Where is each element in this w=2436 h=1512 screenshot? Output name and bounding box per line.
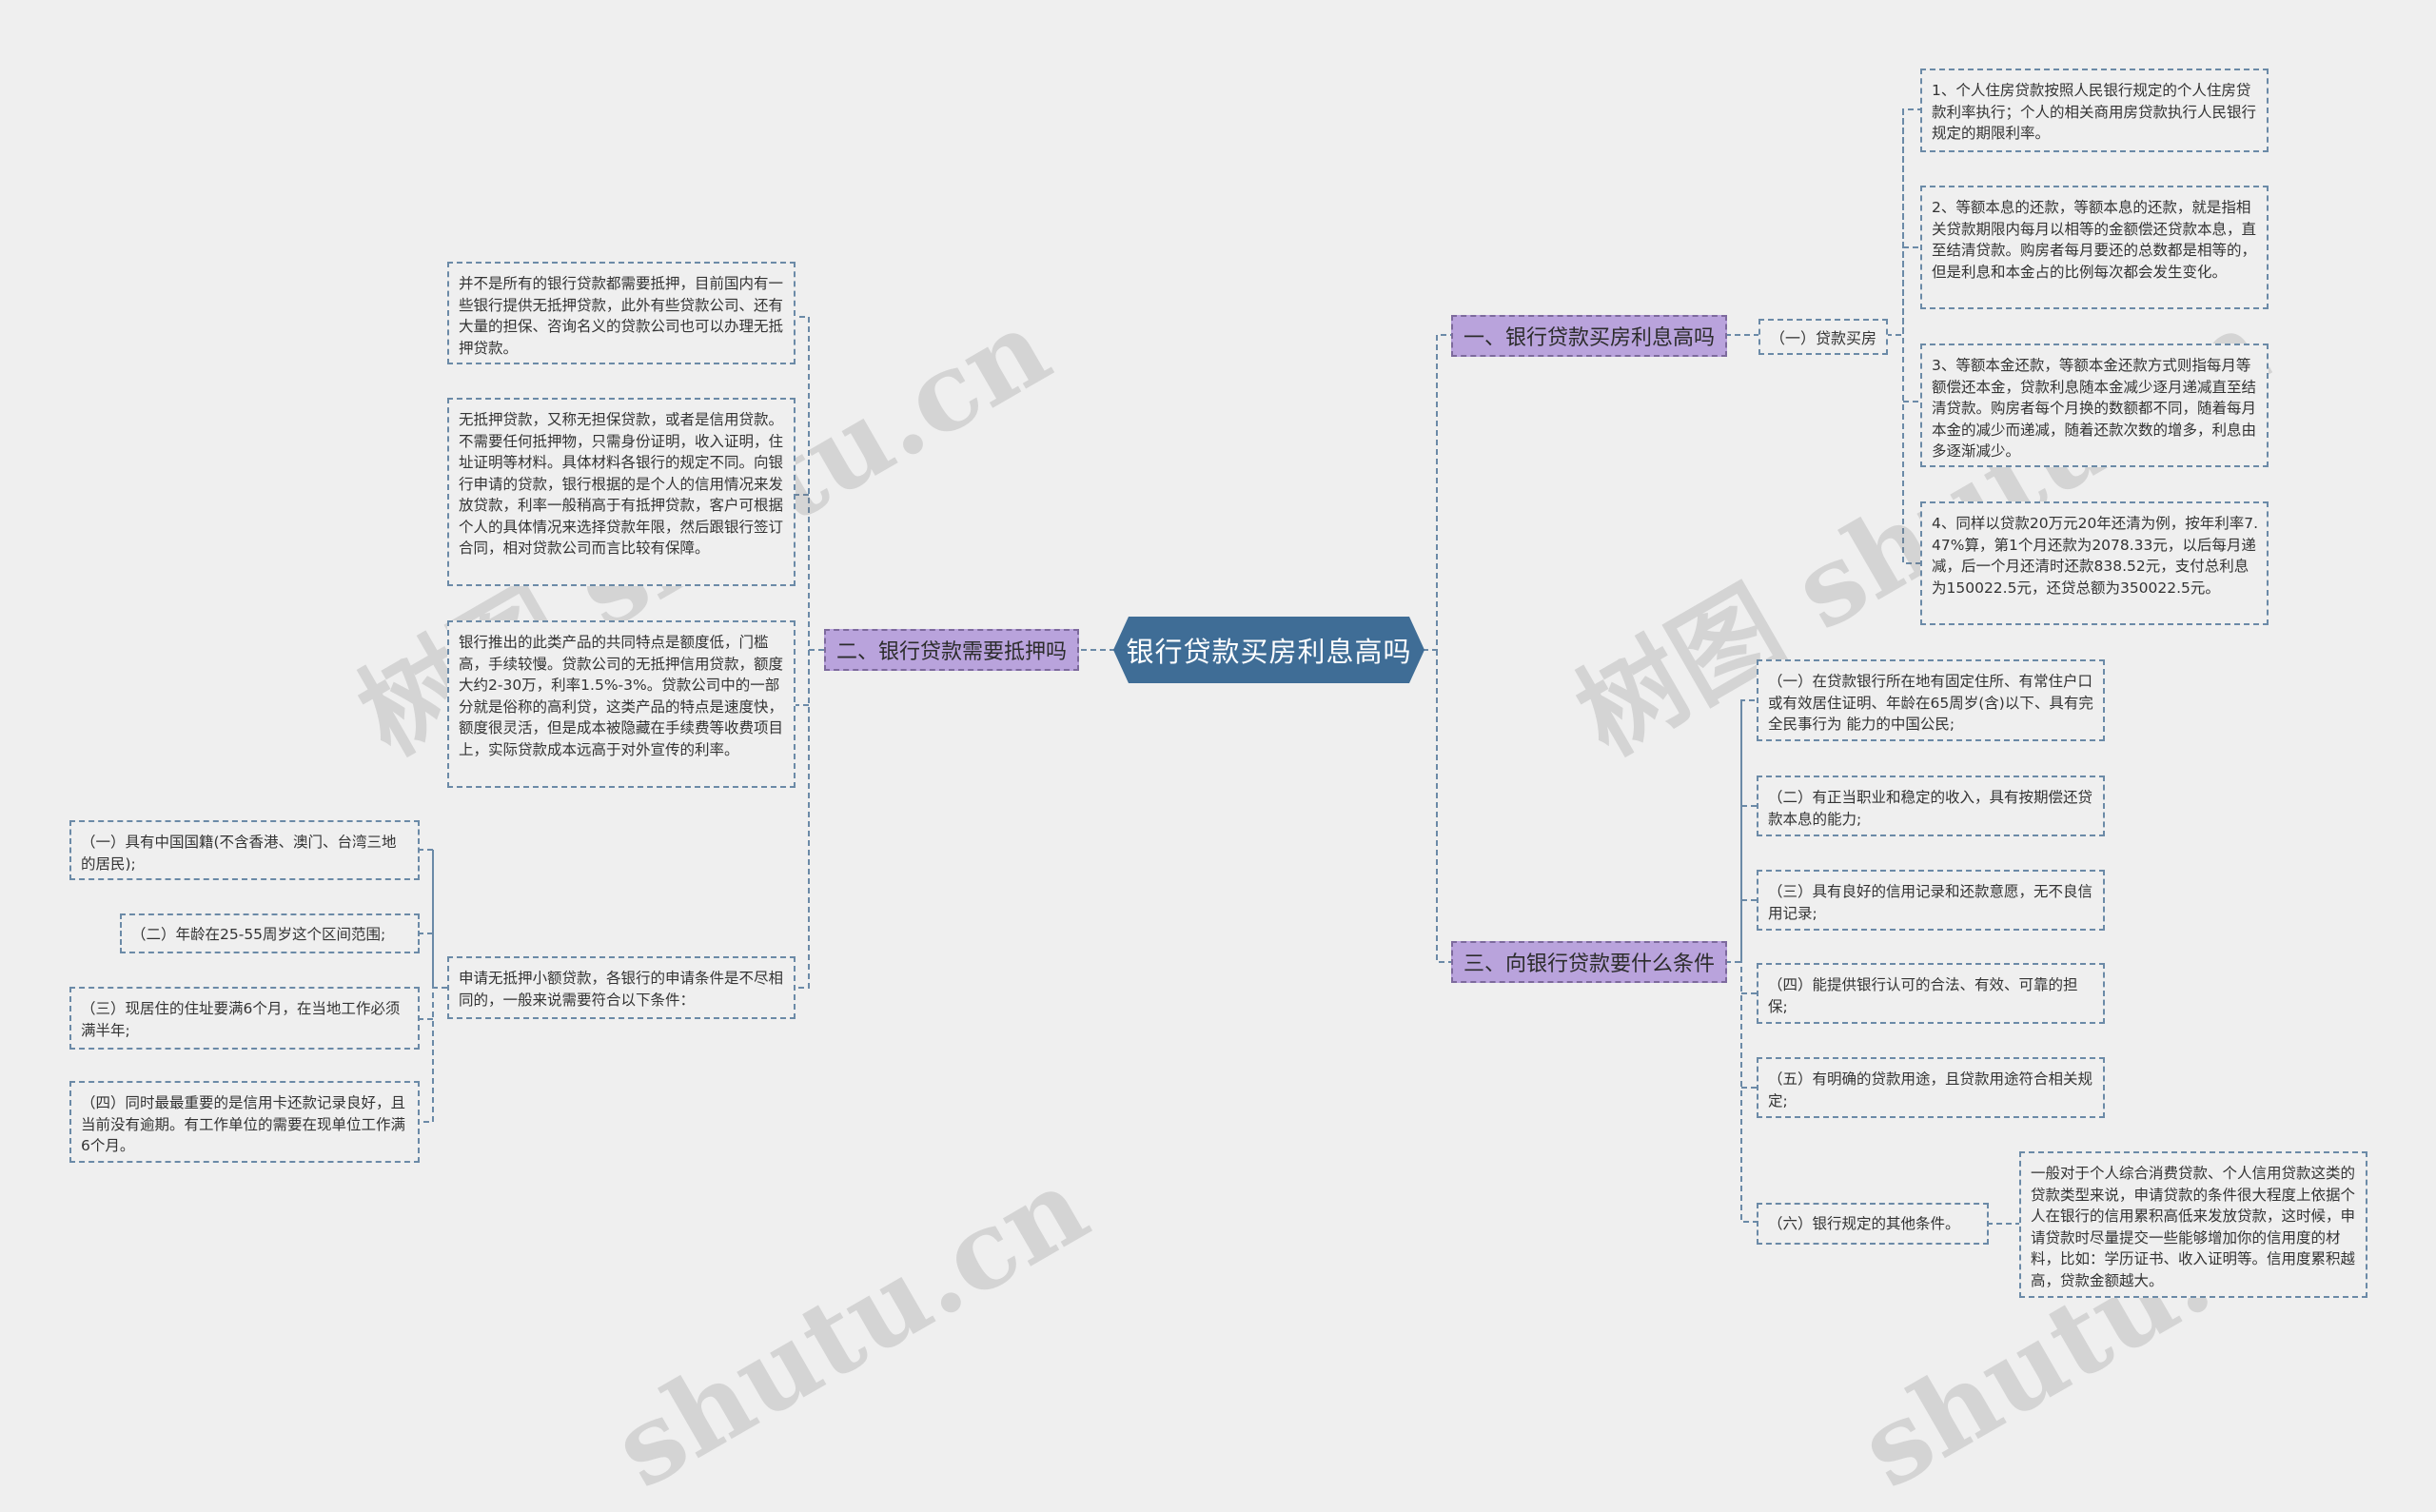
requirement-loan-purpose[interactable]: （五）有明确的贷款用途，且贷款用途符合相关规定; bbox=[1757, 1057, 2105, 1118]
note-credit-accumulation[interactable]: 一般对于个人综合消费贷款、个人信用贷款这类的贷款类型来说，申请贷款的条件很大程度… bbox=[2019, 1151, 2367, 1298]
leaf-application-conditions[interactable]: 申请无抵押小额贷款，各银行的申请条件是不尽相同的，一般来说需要符合以下条件： bbox=[447, 956, 796, 1019]
leaf-housing-loan-rate[interactable]: 1、个人住房贷款按照人民银行规定的个人住房贷款利率执行；个人的相关商用房贷款执行… bbox=[1920, 69, 2269, 152]
requirement-other[interactable]: （六）银行规定的其他条件。 bbox=[1757, 1203, 1989, 1245]
condition-nationality[interactable]: （一）具有中国国籍(不含香港、澳门、台湾三地的居民); bbox=[69, 820, 420, 880]
leaf-no-collateral-intro[interactable]: 并不是所有的银行贷款都需要抵押，目前国内有一些银行提供无抵押贷款，此外有些贷款公… bbox=[447, 262, 796, 364]
requirement-residence[interactable]: （一）在贷款银行所在地有固定住所、有常住户口或有效居住证明、年龄在65周岁(含)… bbox=[1757, 659, 2105, 741]
requirement-income[interactable]: （二）有正当职业和稳定的收入，具有按期偿还贷款本息的能力; bbox=[1757, 776, 2105, 836]
leaf-equal-principal-interest[interactable]: 2、等额本息的还款，等额本息的还款，就是指相关贷款期限内每月以相等的金额偿还贷款… bbox=[1920, 186, 2269, 309]
subtopic-mortgage-loan[interactable]: （一）贷款买房 bbox=[1758, 319, 1888, 355]
requirement-credit[interactable]: （三）具有良好的信用记录和还款意愿，无不良信用记录; bbox=[1757, 870, 2105, 931]
condition-residence[interactable]: （三）现居住的住址要满6个月，在当地工作必须满半年; bbox=[69, 987, 420, 1050]
condition-credit-record[interactable]: （四）同时最最重要的是信用卡还款记录良好，且当前没有逾期。有工作单位的需要在现单… bbox=[69, 1081, 420, 1163]
leaf-unsecured-loan-definition[interactable]: 无抵押贷款，又称无担保贷款，或者是信用贷款。不需要任何抵押物，只需身份证明，收入… bbox=[447, 398, 796, 586]
requirement-guarantee[interactable]: （四）能提供银行认可的合法、有效、可靠的担保; bbox=[1757, 963, 2105, 1024]
leaf-product-features[interactable]: 银行推出的此类产品的共同特点是额度低，门槛高，手续较慢。贷款公司的无抵押信用贷款… bbox=[447, 620, 796, 788]
branch-collateral[interactable]: 二、银行贷款需要抵押吗 bbox=[824, 629, 1079, 671]
leaf-loan-example[interactable]: 4、同样以贷款20万元20年还清为例，按年利率7.47%算，第1个月还款为207… bbox=[1920, 501, 2269, 625]
branch-interest-rate[interactable]: 一、银行贷款买房利息高吗 bbox=[1451, 315, 1727, 357]
condition-age[interactable]: （二）年龄在25-55周岁这个区间范围; bbox=[120, 913, 420, 953]
branch-loan-requirements[interactable]: 三、向银行贷款要什么条件 bbox=[1451, 941, 1727, 983]
leaf-equal-principal[interactable]: 3、等额本金还款，等额本金还款方式则指每月等额偿还本金，贷款利息随本金减少逐月递… bbox=[1920, 344, 2269, 467]
root-topic[interactable]: 银行贷款买房利息高吗 bbox=[1113, 617, 1424, 683]
mind-map-canvas: 树图 shutu.cn 树图 shutu.cn shutu.cn shutu.c… bbox=[0, 0, 2436, 1512]
